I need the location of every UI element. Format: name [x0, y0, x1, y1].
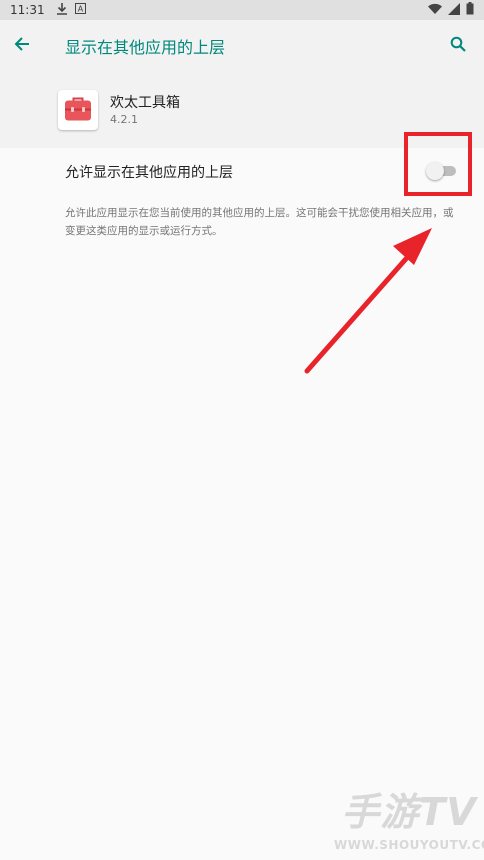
- wifi-icon: [428, 3, 442, 18]
- signal-icon: [448, 2, 460, 18]
- setting-label: 允许显示在其他应用的上层: [65, 165, 233, 181]
- search-button[interactable]: [438, 26, 478, 66]
- search-icon: [450, 36, 466, 56]
- annotation-highlight-box: [404, 132, 472, 196]
- svg-text:A: A: [77, 5, 83, 14]
- a-badge-icon: A: [74, 3, 86, 17]
- download-icon: [56, 2, 67, 18]
- setting-summary: 允许此应用显示在您当前使用的其他应用的上层。这可能会干扰您使用相关应用，或变更这…: [65, 207, 454, 237]
- page-title: 显示在其他应用的上层: [65, 38, 226, 57]
- app-bar: 显示在其他应用的上层: [0, 20, 484, 72]
- status-time: 11:31: [10, 3, 45, 17]
- watermark: 手游TV WWW.SHOUYOUTV.COM: [334, 786, 484, 860]
- app-icon: [58, 90, 98, 130]
- status-bar: 11:31 A: [0, 0, 484, 20]
- arrow-back-icon: [14, 36, 30, 56]
- app-name: 欢太工具箱: [110, 95, 180, 111]
- watermark-url: WWW.SHOUYOUTV.COM: [334, 838, 484, 852]
- toolbox-icon: [63, 93, 93, 127]
- battery-icon: [466, 2, 474, 18]
- app-version: 4.2.1: [110, 113, 138, 126]
- watermark-brand: 手游TV: [341, 790, 477, 834]
- back-button[interactable]: [0, 24, 44, 68]
